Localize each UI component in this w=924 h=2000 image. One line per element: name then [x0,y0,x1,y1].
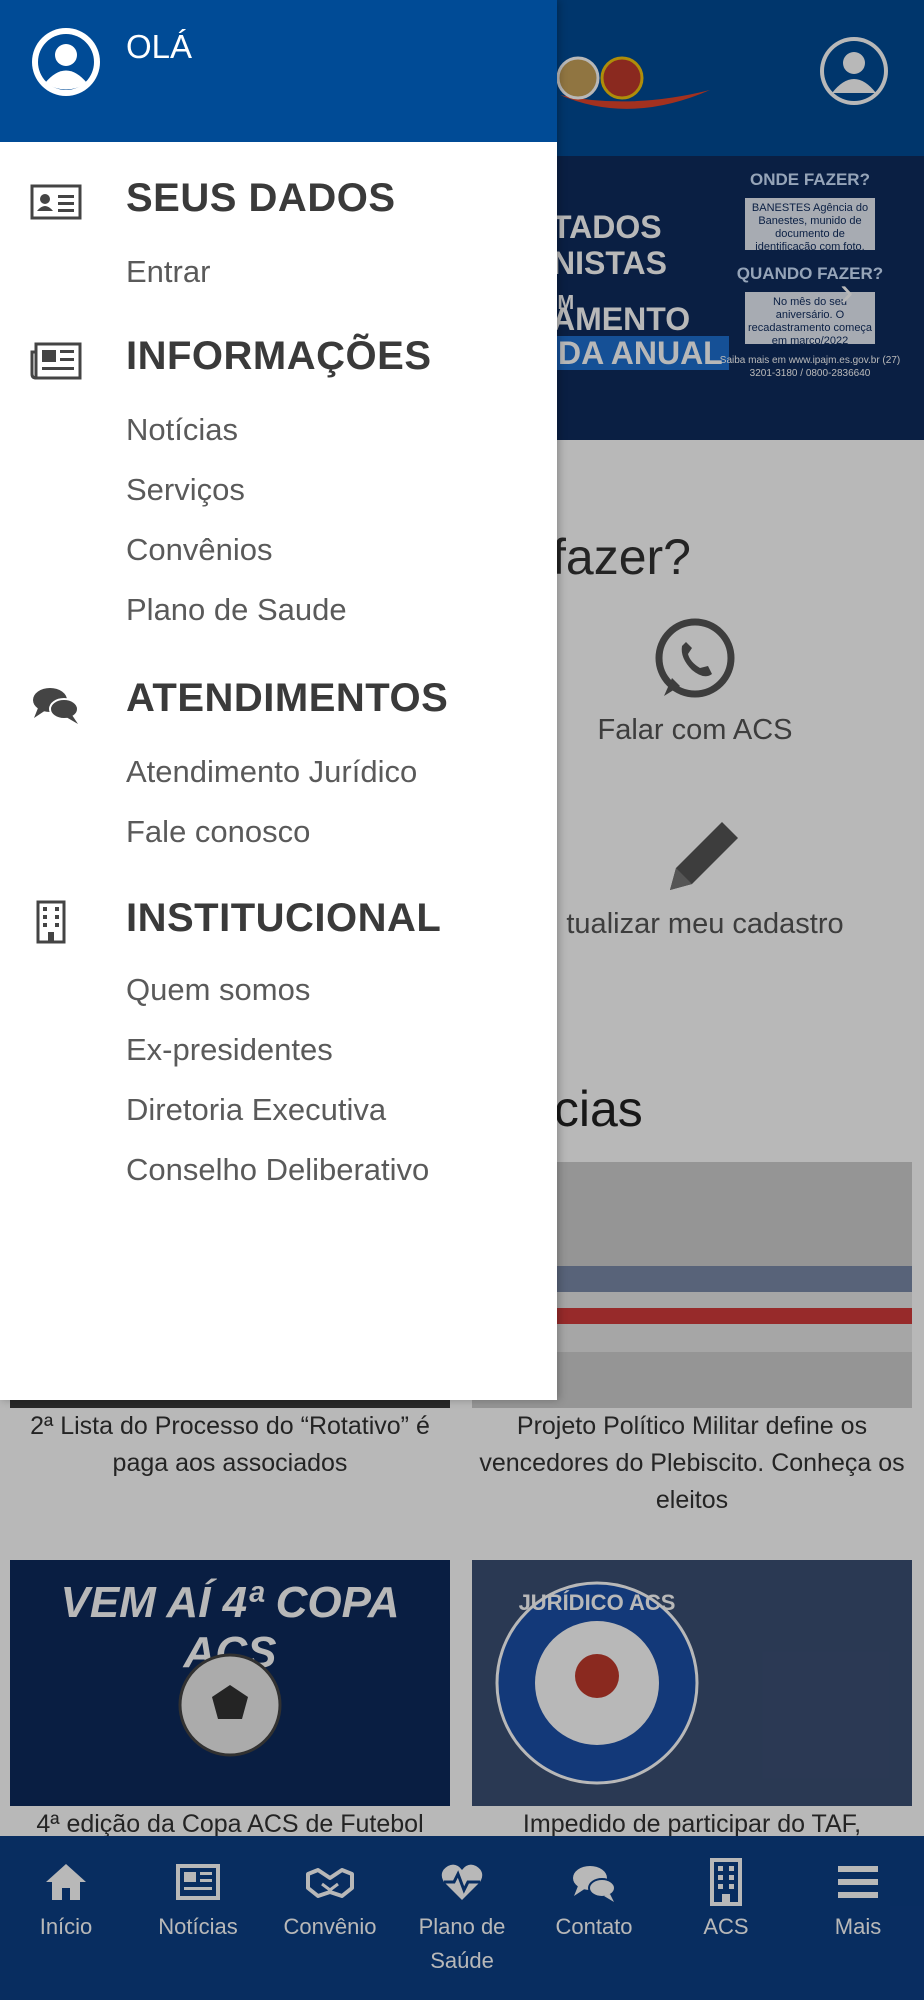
menu-link-quem-somos[interactable]: Quem somos [126,972,310,1008]
section-title-informacoes: INFORMAÇÕES [126,334,432,378]
id-card-icon [30,184,82,220]
chat-bubbles-icon [33,688,79,724]
menu-link-plano-de-saude[interactable]: Plano de Saude [126,592,347,628]
menu-link-atendimento-juridico[interactable]: Atendimento Jurídico [126,754,417,790]
side-drawer: OLÁ SEUS DADOS Entrar INFORMAÇÕES Notíci… [0,0,557,1400]
menu-link-conselho-deliberativo[interactable]: Conselho Deliberativo [126,1152,429,1188]
menu-link-entrar[interactable]: Entrar [126,254,210,290]
newspaper-icon [30,342,82,380]
section-title-atendimentos: ATENDIMENTOS [126,676,449,720]
drawer-header: OLÁ [0,0,557,142]
user-avatar-icon[interactable] [30,26,102,98]
section-title-institucional: INSTITUCIONAL [126,896,442,940]
menu-link-convenios[interactable]: Convênios [126,532,272,568]
building-icon [36,900,66,944]
section-title-seus-dados: SEUS DADOS [126,176,396,220]
menu-link-servicos[interactable]: Serviços [126,472,245,508]
greeting: OLÁ [126,28,193,65]
menu-link-diretoria-executiva[interactable]: Diretoria Executiva [126,1092,386,1128]
menu-link-fale-conosco[interactable]: Fale conosco [126,814,310,850]
menu-link-noticias[interactable]: Notícias [126,412,238,448]
menu-link-ex-presidentes[interactable]: Ex-presidentes [126,1032,333,1068]
